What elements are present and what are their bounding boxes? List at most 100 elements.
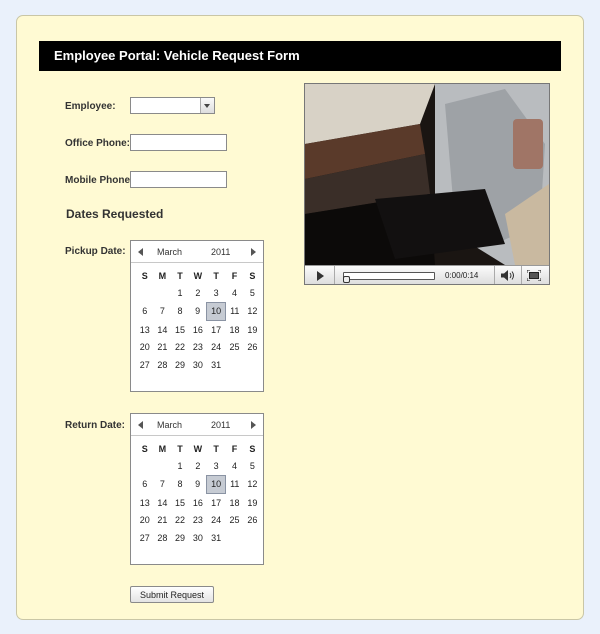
calendar-day[interactable]: 2 <box>189 284 207 302</box>
calendar-day[interactable]: 24 <box>207 339 226 356</box>
calendar-empty-cell <box>207 546 226 563</box>
video-player[interactable]: 0:00/0:14 <box>304 83 550 285</box>
calendar-day[interactable]: 7 <box>154 302 172 320</box>
calendar-day[interactable]: 15 <box>171 494 189 512</box>
prev-month-icon[interactable] <box>138 248 143 256</box>
weekday-label: W <box>193 443 203 454</box>
calendar-day[interactable]: 20 <box>136 339 154 356</box>
office-phone-field[interactable] <box>130 134 227 151</box>
calendar-week-row <box>136 373 261 390</box>
calendar-day[interactable]: 27 <box>136 356 154 373</box>
calendar-empty-cell <box>154 546 172 563</box>
office-phone-label: Office Phone: <box>65 138 131 149</box>
next-month-icon[interactable] <box>251 248 256 256</box>
weekday-label: S <box>141 270 148 281</box>
calendar-week-row <box>136 546 261 563</box>
calendar-day[interactable]: 9 <box>189 302 207 320</box>
calendar-day[interactable]: 29 <box>171 356 189 373</box>
calendar-day[interactable]: 7 <box>154 475 172 493</box>
calendar-header: March 2011 <box>131 414 263 436</box>
calendar-day[interactable]: 21 <box>154 512 172 529</box>
calendar-day[interactable]: 11 <box>225 302 243 320</box>
dates-section-title: Dates Requested <box>66 207 164 221</box>
calendar-day[interactable]: 17 <box>207 321 226 339</box>
calendar-day[interactable]: 6 <box>136 475 154 493</box>
calendar-day[interactable]: 30 <box>189 529 207 546</box>
calendar-empty-cell <box>171 373 189 390</box>
calendar-empty-cell <box>136 284 154 302</box>
video-time: 0:00/0:14 <box>445 271 479 280</box>
play-icon[interactable] <box>317 271 324 281</box>
calendar-day[interactable]: 25 <box>225 339 243 356</box>
calendar-day[interactable]: 12 <box>244 302 262 320</box>
submit-request-button[interactable]: Submit Request <box>130 586 214 603</box>
calendar-day[interactable]: 11 <box>225 475 243 493</box>
mobile-phone-field[interactable] <box>130 171 227 188</box>
calendar-day[interactable]: 23 <box>189 339 207 356</box>
calendar-year: 2011 <box>211 420 231 430</box>
weekday-label: S <box>249 443 256 454</box>
calendar-day[interactable]: 2 <box>189 457 207 475</box>
calendar-day[interactable]: 26 <box>244 339 262 356</box>
control-divider <box>334 266 335 284</box>
calendar-day[interactable]: 3 <box>207 457 226 475</box>
calendar-day[interactable]: 22 <box>171 339 189 356</box>
calendar-day[interactable]: 1 <box>171 457 189 475</box>
calendar-empty-cell <box>171 546 189 563</box>
calendar-day[interactable]: 30 <box>189 356 207 373</box>
calendar-day[interactable]: 26 <box>244 512 262 529</box>
calendar-day[interactable]: 4 <box>225 457 243 475</box>
calendar-day[interactable]: 8 <box>171 302 189 320</box>
calendar-day[interactable]: 29 <box>171 529 189 546</box>
calendar-day[interactable]: 21 <box>154 339 172 356</box>
calendar-day[interactable]: 15 <box>171 321 189 339</box>
calendar-day[interactable]: 14 <box>154 494 172 512</box>
weekday-header-row: SMTWTFS <box>136 267 261 284</box>
chevron-down-icon[interactable] <box>200 98 214 113</box>
calendar-day[interactable]: 5 <box>244 284 262 302</box>
calendar-empty-cell <box>244 529 262 546</box>
calendar-day[interactable]: 10 <box>206 474 226 495</box>
calendar-day[interactable]: 12 <box>244 475 262 493</box>
calendar-day[interactable]: 17 <box>207 494 226 512</box>
calendar-day[interactable]: 28 <box>154 356 172 373</box>
calendar-week-row: 27 28 29 30 31 <box>136 356 261 373</box>
calendar-day[interactable]: 9 <box>189 475 207 493</box>
calendar-day[interactable]: 31 <box>207 529 226 546</box>
calendar-day[interactable]: 1 <box>171 284 189 302</box>
calendar-day[interactable]: 3 <box>207 284 226 302</box>
volume-icon[interactable] <box>501 270 515 281</box>
calendar-day[interactable]: 27 <box>136 529 154 546</box>
calendar-day[interactable]: 13 <box>136 321 154 339</box>
calendar-day[interactable]: 24 <box>207 512 226 529</box>
calendar-day[interactable]: 18 <box>225 321 243 339</box>
calendar-day[interactable]: 22 <box>171 512 189 529</box>
calendar-day[interactable]: 18 <box>225 494 243 512</box>
calendar-day[interactable]: 16 <box>189 321 207 339</box>
next-month-icon[interactable] <box>251 421 256 429</box>
calendar-day[interactable]: 4 <box>225 284 243 302</box>
calendar-empty-cell <box>136 546 154 563</box>
calendar-day[interactable]: 25 <box>225 512 243 529</box>
calendar-day[interactable]: 20 <box>136 512 154 529</box>
prev-month-icon[interactable] <box>138 421 143 429</box>
calendar-day[interactable]: 5 <box>244 457 262 475</box>
seek-handle[interactable] <box>343 276 350 283</box>
fullscreen-icon[interactable] <box>527 270 541 281</box>
calendar-day[interactable]: 23 <box>189 512 207 529</box>
seek-bar[interactable] <box>343 272 435 280</box>
calendar-day[interactable]: 31 <box>207 356 226 373</box>
calendar-day[interactable]: 8 <box>171 475 189 493</box>
employee-select[interactable] <box>130 97 215 114</box>
page-title: Employee Portal: Vehicle Request Form <box>39 41 561 71</box>
calendar-day[interactable]: 16 <box>189 494 207 512</box>
calendar-empty-cell <box>244 356 262 373</box>
calendar-day[interactable]: 19 <box>244 321 262 339</box>
video-frame[interactable] <box>305 84 549 265</box>
calendar-day[interactable]: 13 <box>136 494 154 512</box>
calendar-day[interactable]: 19 <box>244 494 262 512</box>
calendar-day[interactable]: 6 <box>136 302 154 320</box>
calendar-day[interactable]: 14 <box>154 321 172 339</box>
calendar-day[interactable]: 10 <box>206 301 226 322</box>
calendar-day[interactable]: 28 <box>154 529 172 546</box>
